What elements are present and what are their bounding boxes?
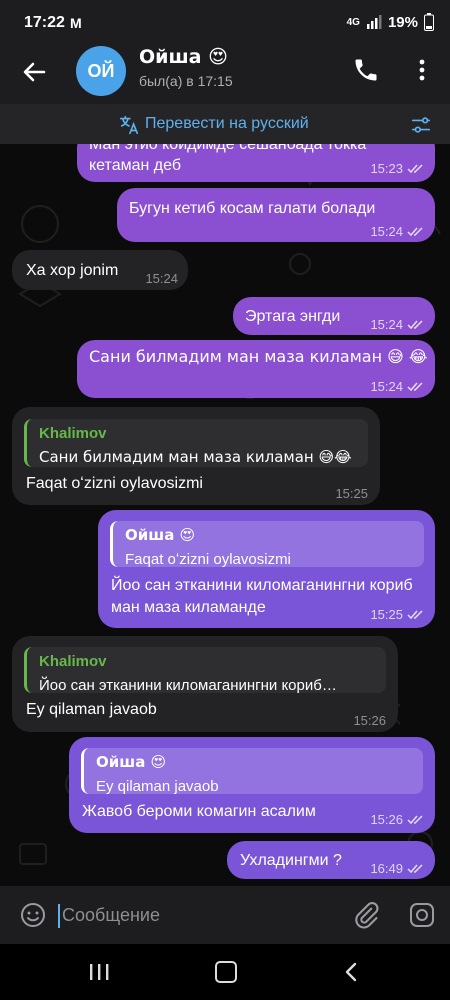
- translate-label[interactable]: Перевести на русский: [145, 115, 309, 133]
- network-type: 4G: [346, 16, 360, 28]
- message-time: 15:24: [370, 317, 403, 332]
- double-check-icon: [407, 319, 423, 329]
- status-right: 4G 19%: [347, 13, 434, 31]
- recents-icon[interactable]: [88, 962, 110, 982]
- message-text: Ха хор jonim: [26, 262, 119, 279]
- camera-icon[interactable]: [408, 901, 436, 929]
- more-vert-icon[interactable]: [410, 56, 434, 84]
- phone-icon[interactable]: [352, 56, 380, 84]
- gmail-icon: M: [70, 15, 82, 31]
- message-text: Ey qilaman javaob: [26, 701, 157, 718]
- double-check-icon: [407, 863, 423, 873]
- message-meta: 15:23: [370, 158, 425, 179]
- quote-author: Khalimov: [39, 653, 107, 670]
- status-time: 17:22: [24, 14, 65, 31]
- quote-author: Khalimov: [39, 425, 107, 442]
- chat-area[interactable]: Ман этио койдимде сешанбада токка кетама…: [0, 144, 450, 886]
- double-check-icon: [407, 609, 423, 619]
- reply-quote[interactable]: Ойша 😍 Ey qilaman javaob: [81, 748, 423, 795]
- status-bar: 17:22 M 4G 19%: [0, 0, 450, 46]
- last-seen: был(а) в 17:15: [139, 73, 233, 89]
- message-time: 15:24: [370, 379, 403, 394]
- message-meta: 15:24: [370, 221, 425, 242]
- message-bubble-in[interactable]: Ха хор jonim 15:24: [12, 250, 188, 290]
- message-bubble-out[interactable]: Ойша 😍 Ey qilaman javaob Жавоб бероми ко…: [69, 737, 435, 833]
- message-meta: 15:25: [335, 483, 368, 504]
- home-icon[interactable]: [215, 961, 237, 983]
- message-bubble-out[interactable]: Ман этио койдимде сешанбада токка кетама…: [77, 144, 435, 182]
- chat-header: ОЙ Ойша 😍 был(а) в 17:15: [0, 46, 450, 104]
- back-arrow-icon[interactable]: [18, 56, 50, 88]
- message-bubble-in[interactable]: Khalimov Йоо сан этканини киломаганингни…: [12, 636, 398, 732]
- message-meta: 16:49: [370, 858, 425, 879]
- quote-author: Ойша 😍: [96, 753, 167, 771]
- message-meta: 15:24: [145, 268, 178, 289]
- message-input[interactable]: Сообщение: [62, 905, 160, 926]
- battery-icon: [424, 13, 434, 31]
- reply-quote[interactable]: Khalimov Йоо сан этканини киломаганингни…: [24, 647, 386, 694]
- quote-author: Ойша 😍: [125, 526, 196, 544]
- message-time: 16:49: [370, 861, 403, 876]
- message-bubble-out[interactable]: Бугун кетиб косам галати болади 15:24: [117, 188, 435, 242]
- emoji-icon[interactable]: [20, 902, 46, 928]
- contact-name[interactable]: Ойша 😍: [139, 46, 228, 68]
- message-text: Жавоб бероми комагин асалим: [82, 803, 316, 820]
- reply-quote[interactable]: Ойша 😍 Faqat oʻzizni oylavosizmi: [110, 521, 424, 568]
- reply-quote[interactable]: Khalimov Сани билмадим ман маза киламан …: [24, 419, 368, 467]
- double-check-icon: [407, 163, 423, 173]
- battery-percent: 19%: [387, 13, 418, 31]
- message-composer: Сообщение: [0, 886, 450, 944]
- message-bubble-out[interactable]: Эртага энгди 15:24: [233, 297, 435, 335]
- message-time: 15:24: [370, 224, 403, 239]
- message-bubble-out[interactable]: Ухладингми ? 16:49: [227, 841, 435, 879]
- message-text: Ухладингми ?: [240, 852, 342, 869]
- text-cursor: [58, 904, 60, 928]
- message-bubble-out[interactable]: Сани билмадим ман маза киламан 😅 😂 15:24: [77, 340, 435, 398]
- message-time: 15:23: [370, 161, 403, 176]
- signal-icon: [366, 15, 382, 29]
- nav-back-icon[interactable]: [343, 961, 359, 983]
- message-text: Ман этио койдимде сешанбада токка кетама…: [89, 144, 367, 174]
- quote-text: Ey qilaman javaob: [96, 778, 219, 795]
- double-check-icon: [407, 381, 423, 391]
- message-text: Эртага энгди: [245, 308, 341, 325]
- message-time: 15:26: [370, 812, 403, 827]
- quote-text: Йоо сан этканини киломаганингни кориб…: [39, 677, 337, 694]
- double-check-icon: [407, 226, 423, 236]
- translate-icon: [119, 115, 139, 135]
- message-text: Faqat oʻzizni oylavosizmi: [26, 475, 203, 492]
- message-meta: 15:24: [370, 314, 425, 335]
- message-time: 15:25: [370, 607, 403, 622]
- message-time: 15:24: [145, 271, 178, 286]
- message-meta: 15:25: [370, 604, 425, 625]
- system-nav-bar: [0, 944, 450, 1000]
- message-time: 15:26: [353, 713, 386, 728]
- quote-text: Faqat oʻzizni oylavosizmi: [125, 551, 291, 568]
- message-meta: 15:26: [370, 809, 425, 830]
- message-bubble-out[interactable]: Ойша 😍 Faqat oʻzizni oylavosizmi Йоо сан…: [98, 510, 435, 628]
- translate-bar[interactable]: Перевести на русский: [0, 104, 450, 144]
- message-meta: 15:24: [370, 376, 425, 397]
- message-text: Сани билмадим ман маза киламан 😅 😂: [89, 347, 428, 366]
- message-time: 15:25: [335, 486, 368, 501]
- filter-icon[interactable]: [410, 114, 432, 136]
- message-bubble-in[interactable]: Khalimov Сани билмадим ман маза киламан …: [12, 407, 380, 505]
- double-check-icon: [407, 814, 423, 824]
- avatar[interactable]: ОЙ: [76, 46, 126, 96]
- message-text: Бугун кетиб косам галати болади: [129, 200, 376, 217]
- quote-text: Сани билмадим ман маза киламан 😅😂: [39, 448, 352, 466]
- message-meta: 15:26: [353, 710, 386, 731]
- attach-icon[interactable]: [352, 901, 380, 929]
